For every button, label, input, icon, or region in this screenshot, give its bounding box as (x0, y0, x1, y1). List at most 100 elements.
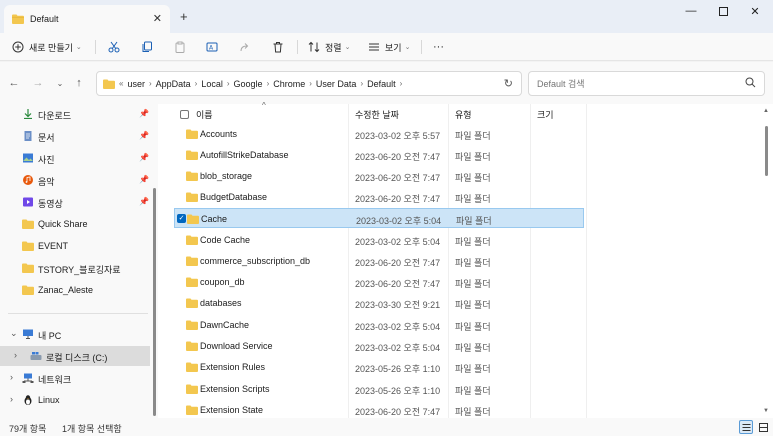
overflow-crumb[interactable]: « (119, 79, 123, 88)
select-all-checkbox[interactable] (180, 110, 189, 119)
column-header-modified[interactable]: 수정한 날짜 (355, 104, 399, 124)
tab-default[interactable]: Default ✕ (4, 5, 170, 33)
details-view-button[interactable] (739, 420, 753, 434)
up-button[interactable]: ↑ (72, 76, 86, 90)
breadcrumb-user-data[interactable]: User Data (316, 79, 357, 89)
paste-button[interactable] (174, 37, 186, 57)
table-row[interactable]: coupon_db 2023-06-20 오전 7:47 파일 폴더 (174, 272, 584, 292)
table-row[interactable]: Download Service 2023-03-02 오후 5:04 파일 폴… (174, 336, 584, 356)
chevron-right-icon[interactable]: › (149, 79, 152, 88)
checkmark-icon[interactable]: ✓ (177, 214, 186, 223)
sidebar-item-network[interactable]: › 네트워크 (0, 368, 150, 388)
table-row[interactable]: Extension Rules 2023-05-26 오후 1:10 파일 폴더 (174, 357, 584, 377)
view-button[interactable]: 보기 ⌄ (368, 37, 410, 57)
breadcrumb-google[interactable]: Google (234, 79, 263, 89)
rename-button[interactable]: A (206, 37, 218, 57)
column-header-type[interactable]: 유형 (455, 104, 472, 124)
forward-button[interactable]: → (31, 76, 45, 90)
breadcrumb-local[interactable]: Local (201, 79, 223, 89)
back-button[interactable]: ← (7, 76, 21, 90)
sort-icon (308, 41, 320, 53)
sidebar-item-pictures[interactable]: 사진 📌 (0, 148, 150, 168)
scrollbar-thumb[interactable] (765, 126, 768, 176)
tab-title: Default (30, 14, 59, 24)
close-window-button[interactable]: ✕ (740, 3, 770, 19)
scrollbar-thumb[interactable] (153, 188, 156, 416)
recent-locations-button[interactable]: ⌄ (53, 76, 67, 90)
table-row[interactable]: Code Cache 2023-03-02 오후 5:04 파일 폴더 (174, 230, 584, 250)
sidebar-item-label: TSTORY_블로깅자료 (38, 265, 121, 275)
sidebar-item-zanac-aleste[interactable]: Zanac_Aleste (0, 280, 150, 300)
column-header-name[interactable]: 이름 (196, 104, 213, 124)
close-tab-icon[interactable]: ✕ (153, 12, 162, 25)
copy-button[interactable] (141, 37, 153, 57)
breadcrumb-appdata[interactable]: AppData (156, 79, 191, 89)
breadcrumb-default[interactable]: Default (367, 79, 396, 89)
sidebar-item-label: Quick Share (38, 219, 88, 229)
table-row[interactable]: databases 2023-03-30 오전 9:21 파일 폴더 (174, 293, 584, 313)
address-row: ← → ⌄ ↑ « user › AppData › Local › Google › … (0, 62, 773, 104)
chevron-down-icon: ⌄ (404, 44, 411, 51)
sort-button[interactable]: 정렬 ⌄ (308, 37, 350, 57)
search-input[interactable] (529, 72, 729, 95)
file-name: blob_storage (200, 171, 253, 181)
cut-button[interactable] (108, 37, 120, 57)
title-bar: Default ✕ + — ✕ (0, 0, 773, 33)
chevron-right-icon[interactable]: › (309, 79, 312, 88)
sidebar-item-downloads[interactable]: 다운로드 📌 (0, 104, 150, 124)
sidebar-item-this-pc[interactable]: ⌄ 내 PC (0, 324, 150, 344)
file-type: 파일 폴더 (455, 152, 491, 162)
more-options-button[interactable]: ··· (433, 37, 444, 57)
sidebar-item-linux[interactable]: › Linux (0, 390, 150, 410)
chevron-right-icon[interactable]: › (227, 79, 230, 88)
breadcrumb-chrome[interactable]: Chrome (273, 79, 305, 89)
table-row[interactable]: blob_storage 2023-06-20 오전 7:47 파일 폴더 (174, 166, 584, 186)
picture-icon (23, 153, 33, 163)
sidebar-item-music[interactable]: 음악 📌 (0, 170, 150, 190)
new-button[interactable]: 새로 만들기 ⌄ (12, 37, 82, 57)
chevron-right-icon[interactable]: › (267, 79, 270, 88)
refresh-icon[interactable]: ↻ (504, 77, 513, 90)
table-row[interactable]: DawnCache 2023-03-02 오후 5:04 파일 폴더 (174, 315, 584, 335)
sidebar-item-documents[interactable]: 문서 📌 (0, 126, 150, 146)
chevron-down-icon[interactable]: ⌄ (10, 328, 18, 339)
search-box[interactable] (528, 71, 765, 96)
table-row[interactable]: Extension Scripts 2023-05-26 오후 1:10 파일 … (174, 379, 584, 399)
sidebar-item-local-disk-c[interactable]: › 로컬 디스크 (C:) (0, 346, 150, 366)
column-header-size[interactable]: 크기 (537, 104, 554, 124)
sidebar-scrollbar[interactable] (153, 104, 156, 418)
table-row[interactable]: AutofillStrikeDatabase 2023-06-20 오전 7:4… (174, 145, 584, 165)
tiles-view-button[interactable] (756, 420, 770, 434)
table-row[interactable]: Accounts 2023-03-02 오후 5:57 파일 폴더 (174, 124, 584, 144)
table-row-selected[interactable]: ✓ Cache 2023-03-02 오후 5:04 파일 폴더 (174, 208, 584, 228)
chevron-right-icon[interactable]: › (10, 372, 13, 382)
rename-icon: A (206, 42, 218, 52)
column-divider[interactable] (586, 104, 587, 418)
sidebar-item-videos[interactable]: 동영상 📌 (0, 192, 150, 212)
folder-icon (186, 298, 198, 308)
address-bar[interactable]: « user › AppData › Local › Google › Chrome › … (96, 71, 522, 96)
share-button[interactable] (239, 37, 251, 57)
scroll-down-arrow-icon[interactable]: ▼ (763, 408, 769, 414)
chevron-right-icon[interactable]: › (400, 79, 403, 88)
chevron-right-icon[interactable]: › (14, 350, 17, 360)
chevron-right-icon[interactable]: › (10, 394, 13, 404)
table-row[interactable]: BudgetDatabase 2023-06-20 오전 7:47 파일 폴더 (174, 187, 584, 207)
breadcrumb-user[interactable]: user (127, 79, 145, 89)
minimize-button[interactable]: — (676, 3, 706, 19)
sidebar-item-event[interactable]: EVENT (0, 236, 150, 256)
table-row[interactable]: commerce_subscription_db 2023-06-20 오전 7… (174, 251, 584, 271)
toolbar-divider (421, 40, 422, 54)
search-icon (745, 77, 756, 88)
sidebar-item-quick-share[interactable]: Quick Share (0, 214, 150, 234)
file-list-scrollbar[interactable] (765, 104, 769, 414)
chevron-right-icon[interactable]: › (360, 79, 363, 88)
table-row[interactable]: Extension State 2023-06-20 오전 7:47 파일 폴더 (174, 400, 584, 420)
arrow-left-icon: ← (8, 77, 20, 89)
sidebar-item-label: 음악 (38, 177, 55, 187)
delete-button[interactable] (272, 37, 284, 57)
new-tab-button[interactable]: + (180, 9, 188, 24)
sidebar-item-tstory[interactable]: TSTORY_블로깅자료 (0, 258, 150, 278)
maximize-button[interactable] (708, 3, 738, 19)
chevron-right-icon[interactable]: › (195, 79, 198, 88)
